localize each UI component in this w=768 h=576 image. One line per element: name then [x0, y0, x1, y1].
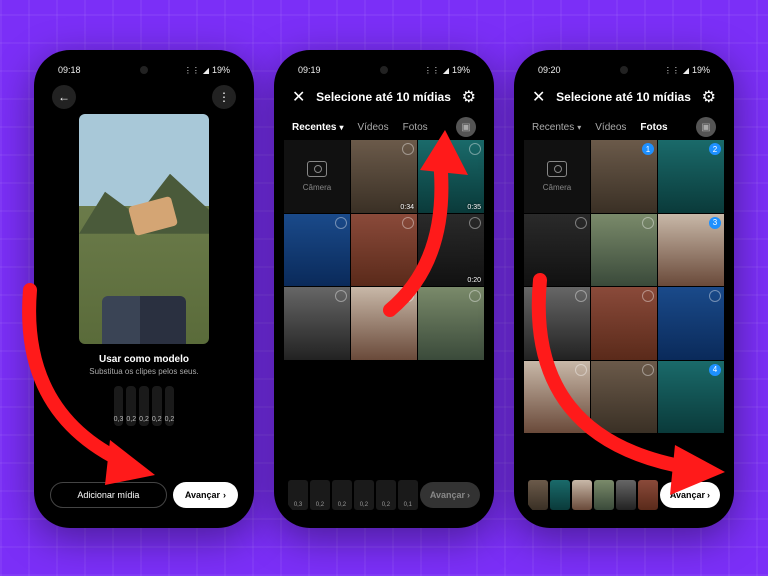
media-cell[interactable]: [591, 214, 657, 287]
next-button[interactable]: Avançar›: [173, 482, 238, 508]
settings-button[interactable]: ⚙: [462, 87, 476, 107]
selected-thumb[interactable]: [572, 480, 592, 510]
template-title: Usar como modelo: [89, 354, 198, 365]
clip-slot[interactable]: 0,3: [114, 386, 124, 426]
media-cell[interactable]: [351, 287, 417, 360]
arrow-left-icon: ←: [58, 90, 70, 104]
media-cell[interactable]: 2: [658, 140, 724, 213]
clip-slot[interactable]: 0,2: [152, 386, 162, 426]
footer-slot[interactable]: 0,2: [376, 480, 396, 510]
media-cell[interactable]: [524, 287, 590, 360]
camera-icon: [307, 161, 327, 177]
signal-icon: ◢: [443, 66, 449, 75]
selected-thumb[interactable]: [550, 480, 570, 510]
camera-notch: [380, 66, 388, 74]
camera-icon: [547, 161, 567, 177]
signal-icon: ◢: [203, 66, 209, 75]
add-media-button[interactable]: Adicionar mídia: [50, 482, 167, 508]
clip-slots: 0,3 0,2 0,2 0,2 0,2: [108, 386, 181, 426]
battery-percent: 19%: [212, 65, 230, 75]
media-cell[interactable]: [418, 287, 484, 360]
footer-slot[interactable]: 0,3: [288, 480, 308, 510]
phone-3: 09:20 ⋮⋮◢19% ✕ Selecione até 10 mídias ⚙…: [514, 50, 734, 528]
battery-percent: 19%: [452, 65, 470, 75]
media-cell[interactable]: [658, 287, 724, 360]
template-subtitle: Substitua os clipes pelos seus.: [89, 367, 198, 376]
more-vertical-icon: ⋮: [218, 90, 230, 104]
clip-slot[interactable]: 0,2: [126, 386, 136, 426]
media-cell[interactable]: 3: [658, 214, 724, 287]
status-time: 09:20: [538, 65, 561, 75]
multi-select-button[interactable]: ▣: [456, 117, 476, 137]
wifi-icon: ⋮⋮: [664, 66, 680, 75]
template-preview[interactable]: [79, 114, 209, 344]
chevron-down-icon: ▾: [577, 123, 581, 132]
settings-button[interactable]: ⚙: [702, 87, 716, 107]
footer-slot[interactable]: 0,1: [398, 480, 418, 510]
media-cell[interactable]: [351, 214, 417, 287]
chevron-right-icon: ›: [467, 490, 470, 500]
phone-1: 09:18 ⋮⋮ ◢ 19% ← ⋮ U: [34, 50, 254, 528]
camera-notch: [140, 66, 148, 74]
close-icon: ✕: [532, 89, 545, 106]
media-cell[interactable]: 0:35: [418, 140, 484, 213]
media-cell[interactable]: 0:20: [418, 214, 484, 287]
selected-thumb[interactable]: [594, 480, 614, 510]
stack-icon: ▣: [701, 122, 710, 133]
media-cell[interactable]: [591, 361, 657, 434]
footer-slot[interactable]: 0,2: [332, 480, 352, 510]
camera-notch: [620, 66, 628, 74]
media-cell[interactable]: [284, 214, 350, 287]
stack-icon: ▣: [461, 122, 470, 133]
gear-icon: ⚙: [702, 89, 716, 106]
battery-percent: 19%: [692, 65, 710, 75]
next-button[interactable]: Avançar›: [420, 482, 480, 508]
media-cell[interactable]: [524, 214, 590, 287]
more-button[interactable]: ⋮: [212, 85, 236, 109]
tab-recent[interactable]: Recentes▾: [292, 122, 343, 133]
media-cell[interactable]: [591, 287, 657, 360]
media-cell[interactable]: 4: [658, 361, 724, 434]
media-cell[interactable]: [524, 361, 590, 434]
close-button[interactable]: ✕: [292, 87, 305, 107]
gear-icon: ⚙: [462, 89, 476, 106]
signal-icon: ◢: [683, 66, 689, 75]
wifi-icon: ⋮⋮: [184, 66, 200, 75]
camera-cell[interactable]: Câmera: [524, 140, 590, 213]
back-button[interactable]: ←: [52, 85, 76, 109]
status-time: 09:19: [298, 65, 321, 75]
clip-slot[interactable]: 0,2: [165, 386, 175, 426]
chevron-right-icon: ›: [223, 490, 226, 500]
tab-videos[interactable]: Vídeos: [595, 122, 626, 133]
close-button[interactable]: ✕: [532, 87, 545, 107]
clip-slot[interactable]: 0,2: [139, 386, 149, 426]
next-button[interactable]: Avançar›: [660, 482, 720, 508]
selected-thumb[interactable]: [616, 480, 636, 510]
media-cell[interactable]: 0:34: [351, 140, 417, 213]
footer-slot[interactable]: 0,2: [310, 480, 330, 510]
footer-slot[interactable]: 0,2: [354, 480, 374, 510]
media-cell[interactable]: [284, 287, 350, 360]
tab-recent[interactable]: Recentes▾: [532, 122, 581, 133]
phone-2: 09:19 ⋮⋮◢19% ✕ Selecione até 10 mídias ⚙…: [274, 50, 494, 528]
multi-select-button[interactable]: ▣: [696, 117, 716, 137]
chevron-down-icon: ▾: [339, 123, 343, 132]
selected-thumb[interactable]: [638, 480, 658, 510]
status-time: 09:18: [58, 65, 81, 75]
selected-thumb[interactable]: [528, 480, 548, 510]
picker-title: Selecione até 10 mídias: [556, 90, 691, 104]
tab-photos[interactable]: Fotos: [640, 122, 667, 133]
tab-photos[interactable]: Fotos: [403, 122, 428, 133]
picker-title: Selecione até 10 mídias: [316, 90, 451, 104]
close-icon: ✕: [292, 89, 305, 106]
camera-cell[interactable]: Câmera: [284, 140, 350, 213]
media-cell[interactable]: 1: [591, 140, 657, 213]
tab-videos[interactable]: Vídeos: [357, 122, 388, 133]
wifi-icon: ⋮⋮: [424, 66, 440, 75]
chevron-right-icon: ›: [707, 490, 710, 500]
